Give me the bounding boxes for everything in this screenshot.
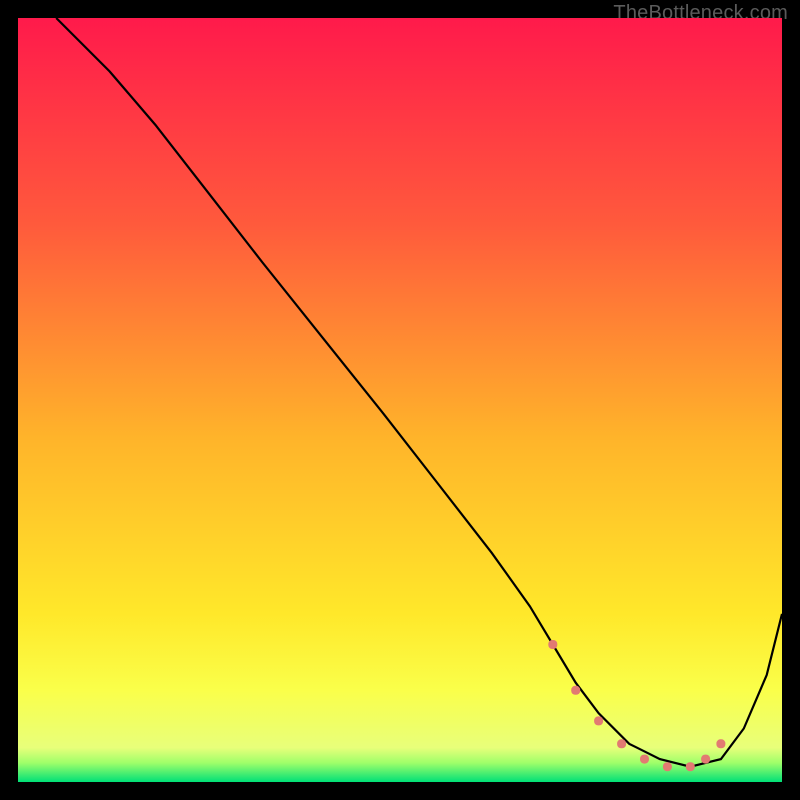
curve-marker	[640, 755, 649, 764]
curve-marker	[701, 755, 710, 764]
curve-marker	[716, 739, 725, 748]
chart-container: TheBottleneck.com	[0, 0, 800, 800]
curve-marker	[571, 686, 580, 695]
curve-marker	[548, 640, 557, 649]
curve-marker	[617, 739, 626, 748]
curve-marker	[594, 716, 603, 725]
curve-marker	[663, 762, 672, 771]
curve-marker	[686, 762, 695, 771]
chart-plot	[18, 18, 782, 782]
gradient-background	[18, 18, 782, 782]
